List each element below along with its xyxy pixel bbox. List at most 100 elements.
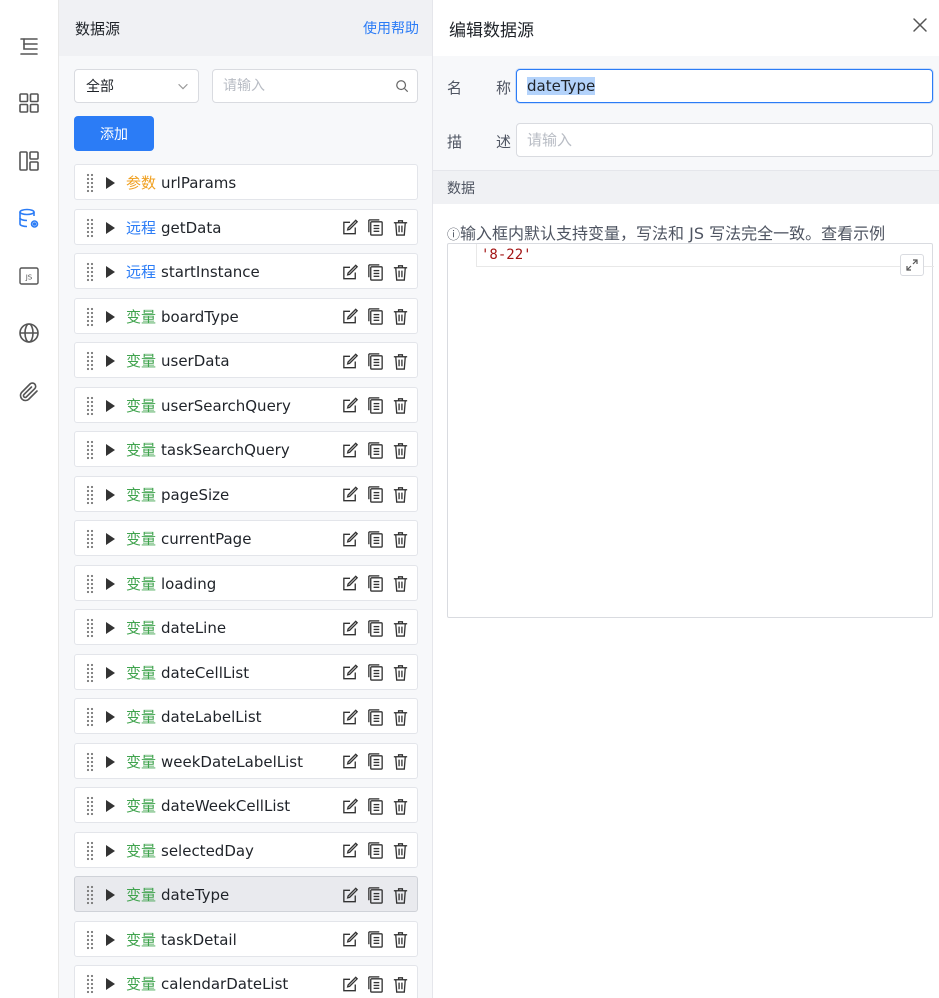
copy-icon[interactable]: [365, 218, 385, 238]
edit-icon[interactable]: [340, 529, 360, 549]
delete-icon[interactable]: [390, 885, 410, 905]
add-datasource-button[interactable]: 添加: [74, 116, 154, 151]
delete-icon[interactable]: [390, 574, 410, 594]
copy-icon[interactable]: [365, 752, 385, 772]
delete-icon[interactable]: [390, 351, 410, 371]
layout-icon[interactable]: [15, 147, 43, 175]
datasource-item-startInstance[interactable]: 远程 startInstance: [74, 253, 418, 289]
copy-icon[interactable]: [365, 307, 385, 327]
drag-handle-icon[interactable]: [86, 485, 94, 505]
expand-editor-button[interactable]: [900, 254, 924, 276]
drag-handle-icon[interactable]: [86, 841, 94, 861]
copy-icon[interactable]: [365, 663, 385, 683]
drag-handle-icon[interactable]: [86, 173, 94, 193]
edit-icon[interactable]: [340, 485, 360, 505]
edit-icon[interactable]: [340, 307, 360, 327]
drag-handle-icon[interactable]: [86, 663, 94, 683]
expand-caret-icon[interactable]: [106, 221, 115, 234]
edit-icon[interactable]: [340, 396, 360, 416]
drag-handle-icon[interactable]: [86, 885, 94, 905]
copy-icon[interactable]: [365, 841, 385, 861]
edit-icon[interactable]: [340, 707, 360, 727]
edit-icon[interactable]: [340, 841, 360, 861]
drag-handle-icon[interactable]: [86, 618, 94, 638]
copy-icon[interactable]: [365, 351, 385, 371]
view-example-link[interactable]: 查看示例: [821, 224, 885, 243]
attachment-icon[interactable]: [15, 378, 43, 406]
expand-caret-icon[interactable]: [106, 399, 115, 412]
edit-icon[interactable]: [340, 752, 360, 772]
expand-caret-icon[interactable]: [106, 800, 115, 812]
copy-icon[interactable]: [365, 262, 385, 282]
expand-caret-icon[interactable]: [106, 978, 115, 990]
copy-icon[interactable]: [365, 707, 385, 727]
datasource-item-taskDetail[interactable]: 变量 taskDetail: [74, 920, 418, 957]
i18n-globe-icon[interactable]: [15, 319, 43, 347]
delete-icon[interactable]: [390, 930, 410, 950]
copy-icon[interactable]: [365, 529, 385, 549]
delete-icon[interactable]: [390, 663, 410, 683]
drag-handle-icon[interactable]: [86, 351, 94, 371]
datasource-item-taskSearchQuery[interactable]: 变量 taskSearchQuery: [74, 431, 418, 467]
drag-handle-icon[interactable]: [86, 930, 94, 950]
datasource-item-currentPage[interactable]: 变量 currentPage: [74, 520, 418, 556]
datasource-item-urlParams[interactable]: 参数 urlParams: [74, 164, 418, 200]
delete-icon[interactable]: [390, 707, 410, 727]
expand-caret-icon[interactable]: [106, 933, 115, 946]
expand-caret-icon[interactable]: [106, 711, 115, 723]
drag-handle-icon[interactable]: [86, 974, 94, 994]
outline-icon[interactable]: [15, 32, 43, 60]
type-filter-select[interactable]: 全部: [74, 69, 199, 103]
search-icon[interactable]: [395, 79, 409, 93]
drag-handle-icon[interactable]: [86, 707, 94, 727]
delete-icon[interactable]: [390, 262, 410, 282]
drag-handle-icon[interactable]: [86, 218, 94, 238]
delete-icon[interactable]: [390, 974, 410, 994]
copy-icon[interactable]: [365, 885, 385, 905]
expand-caret-icon[interactable]: [106, 889, 115, 901]
delete-icon[interactable]: [390, 796, 410, 816]
edit-icon[interactable]: [340, 574, 360, 594]
drag-handle-icon[interactable]: [86, 440, 94, 460]
datasource-item-dateWeekCellList[interactable]: 变量 dateWeekCellList: [74, 787, 418, 823]
components-icon[interactable]: [15, 89, 43, 117]
search-input[interactable]: [223, 78, 395, 94]
expand-caret-icon[interactable]: [106, 755, 115, 768]
delete-icon[interactable]: [390, 485, 410, 505]
expand-caret-icon[interactable]: [106, 666, 115, 679]
delete-icon[interactable]: [390, 440, 410, 460]
expand-caret-icon[interactable]: [106, 355, 115, 367]
edit-icon[interactable]: [340, 663, 360, 683]
copy-icon[interactable]: [365, 574, 385, 594]
datasource-item-getData[interactable]: 远程 getData: [74, 208, 418, 245]
edit-icon[interactable]: [340, 930, 360, 950]
drag-handle-icon[interactable]: [86, 262, 94, 282]
datasource-item-loading[interactable]: 变量 loading: [74, 564, 418, 601]
datasource-item-boardType[interactable]: 变量 boardType: [74, 297, 418, 334]
datasource-search-box[interactable]: [212, 69, 418, 103]
edit-icon[interactable]: [340, 618, 360, 638]
drag-handle-icon[interactable]: [86, 529, 94, 549]
delete-icon[interactable]: [390, 618, 410, 638]
expand-caret-icon[interactable]: [106, 844, 115, 857]
expand-caret-icon[interactable]: [106, 266, 115, 278]
expand-caret-icon[interactable]: [106, 622, 115, 634]
expand-caret-icon[interactable]: [106, 177, 115, 189]
datasource-item-dateLine[interactable]: 变量 dateLine: [74, 609, 418, 645]
delete-icon[interactable]: [390, 218, 410, 238]
expand-caret-icon[interactable]: [106, 488, 115, 501]
datasource-item-dateCellList[interactable]: 变量 dateCellList: [74, 653, 418, 690]
copy-icon[interactable]: [365, 440, 385, 460]
edit-icon[interactable]: [340, 974, 360, 994]
expand-caret-icon[interactable]: [106, 310, 115, 323]
copy-icon[interactable]: [365, 618, 385, 638]
expand-caret-icon[interactable]: [106, 533, 115, 545]
datasource-item-weekDateLabelList[interactable]: 变量 weekDateLabelList: [74, 742, 418, 779]
datasource-item-selectedDay[interactable]: 变量 selectedDay: [74, 831, 418, 868]
edit-icon[interactable]: [340, 885, 360, 905]
edit-icon[interactable]: [340, 440, 360, 460]
delete-icon[interactable]: [390, 841, 410, 861]
close-icon[interactable]: [911, 16, 929, 34]
copy-icon[interactable]: [365, 974, 385, 994]
drag-handle-icon[interactable]: [86, 396, 94, 416]
